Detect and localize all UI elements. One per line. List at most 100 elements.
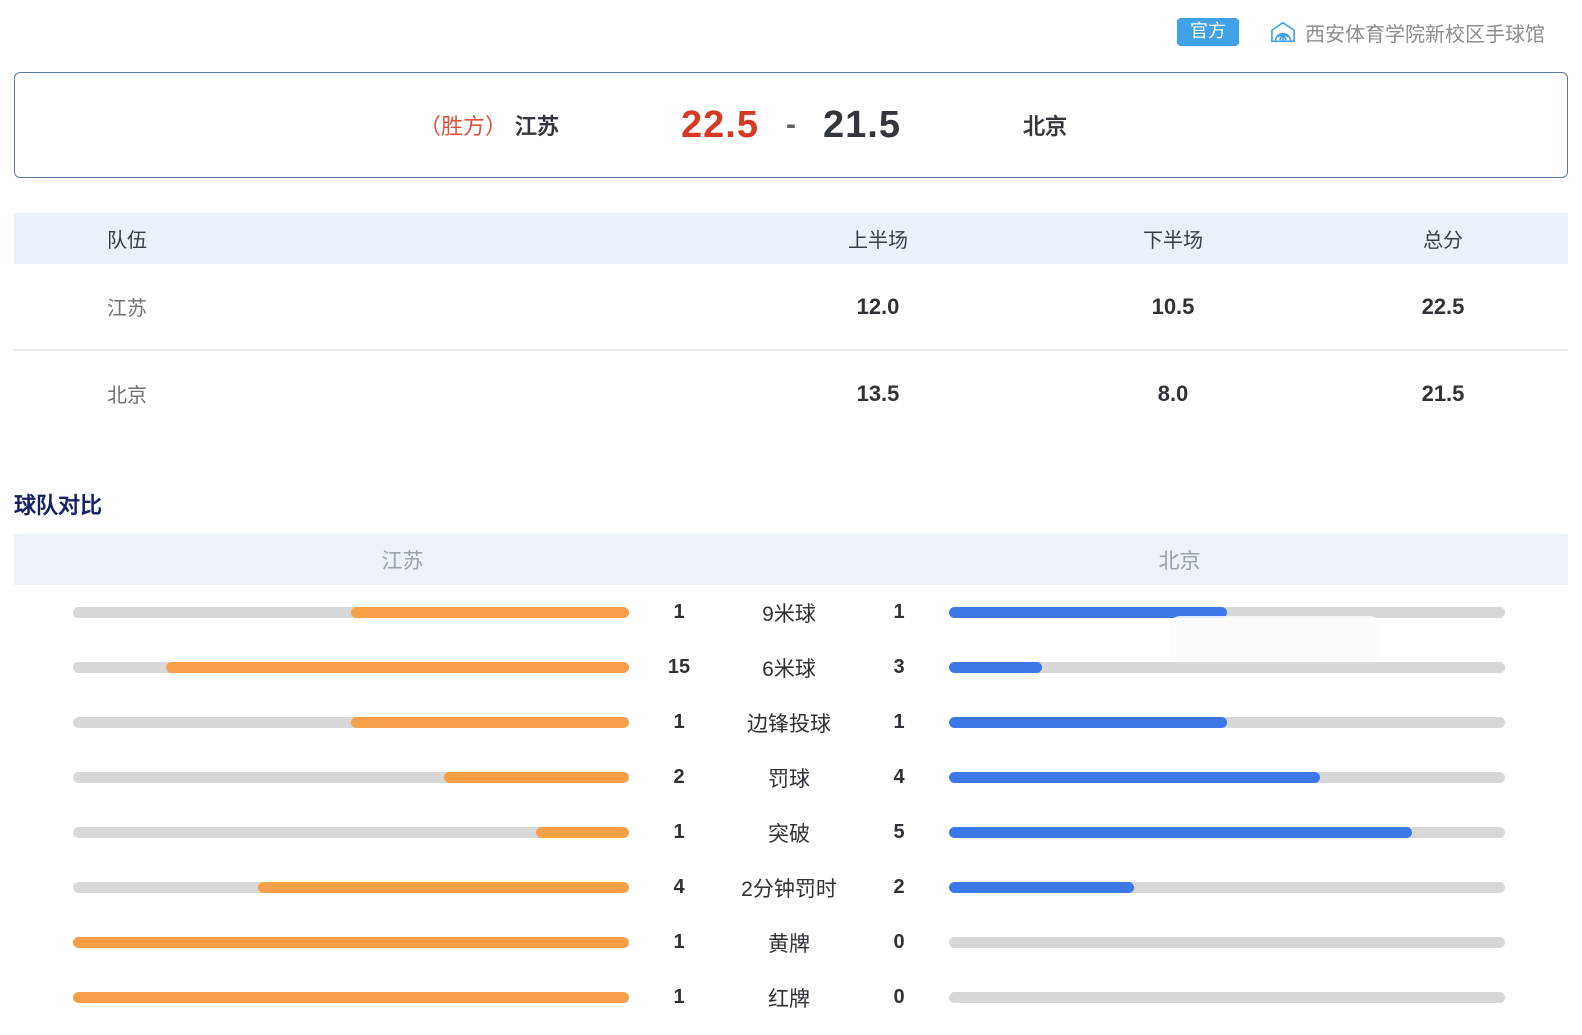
stat-row: 15 6米球 3 (73, 640, 1505, 695)
scoreboard: （胜方） 江苏 22.5 - 21.5 北京 (14, 72, 1568, 178)
home-score: 22.5 (681, 104, 759, 147)
home-stat-bar (73, 717, 629, 728)
stat-row: 1 边锋投球 1 (73, 695, 1505, 750)
away-stat-bar (949, 992, 1505, 1003)
stat-home-value: 1 (629, 986, 729, 1009)
comparison-rows: 1 9米球 1 15 6米球 3 1 边锋投球 1 2 罚球 4 (73, 585, 1505, 1025)
home-stat-bar (73, 827, 629, 838)
stat-label: 突破 (729, 818, 849, 848)
row-first-half: 13.5 (728, 381, 1028, 407)
home-stat-bar-fill (351, 607, 629, 618)
away-stat-bar-fill (949, 772, 1320, 783)
comparison-left-team: 江苏 (14, 545, 791, 575)
stat-label: 罚球 (729, 763, 849, 793)
table-header-row: 队伍 上半场 下半场 总分 (14, 213, 1568, 264)
home-stat-bar-fill (73, 937, 629, 948)
away-stat-bar (949, 827, 1505, 838)
comparison-panel: 江苏 北京 1 9米球 1 15 6米球 3 1 边锋投球 1 (0, 534, 1582, 1025)
home-stat-bar (73, 607, 629, 618)
away-stat-bar-fill (949, 607, 1227, 618)
row-second-half: 10.5 (1028, 294, 1318, 320)
away-stat-bar (949, 772, 1505, 783)
stat-home-value: 1 (629, 711, 729, 734)
stat-label: 红牌 (729, 983, 849, 1013)
away-stat-bar-fill (949, 662, 1042, 673)
comparison-title: 球队对比 (14, 488, 1582, 520)
away-stat-bar (949, 662, 1505, 673)
away-stat-bar (949, 882, 1505, 893)
half-score-table: 队伍 上半场 下半场 总分 江苏 12.0 10.5 22.5 北京 13.5 … (14, 213, 1568, 436)
stat-label: 9米球 (729, 598, 849, 628)
home-team-name: 江苏 (515, 109, 559, 141)
stat-home-value: 1 (629, 931, 729, 954)
stat-label: 黄牌 (729, 928, 849, 958)
away-score: 21.5 (823, 104, 901, 147)
header-team: 队伍 (14, 224, 728, 253)
stat-label: 2分钟罚时 (729, 873, 849, 903)
home-stat-bar (73, 772, 629, 783)
row-team-name: 北京 (14, 379, 728, 408)
comparison-header-band: 江苏 北京 (14, 534, 1568, 585)
stat-home-value: 15 (629, 656, 729, 679)
stat-home-value: 2 (629, 766, 729, 789)
header-first-half: 上半场 (728, 224, 1028, 253)
stat-away-value: 3 (849, 656, 949, 679)
away-stat-bar (949, 607, 1505, 618)
comparison-right-team: 北京 (791, 545, 1568, 575)
home-stat-bar-fill (73, 992, 629, 1003)
stat-label: 边锋投球 (729, 708, 849, 738)
score-line: 22.5 - 21.5 (681, 104, 901, 147)
topbar: 官方 西安体育学院新校区手球馆 (0, 0, 1582, 52)
venue-name: 西安体育学院新校区手球馆 (1305, 18, 1545, 47)
scoreboard-away-side: 北京 (901, 109, 1067, 141)
scoreboard-home-side: （胜方） 江苏 (419, 109, 681, 141)
row-total: 21.5 (1318, 381, 1568, 407)
header-second-half: 下半场 (1028, 224, 1318, 253)
home-stat-bar-fill (444, 772, 629, 783)
away-team-name: 北京 (1023, 114, 1067, 139)
stat-away-value: 5 (849, 821, 949, 844)
away-stat-bar (949, 717, 1505, 728)
row-first-half: 12.0 (728, 294, 1028, 320)
home-stat-bar-fill (536, 827, 629, 838)
score-separator: - (786, 108, 796, 142)
home-stat-bar (73, 937, 629, 948)
match-result-page: 官方 西安体育学院新校区手球馆 （胜方） 江苏 22.5 - 21.5 北京 (0, 0, 1582, 1025)
stat-row: 4 2分钟罚时 2 (73, 860, 1505, 915)
away-stat-bar (949, 937, 1505, 948)
home-stat-bar-fill (166, 662, 629, 673)
stat-away-value: 0 (849, 931, 949, 954)
home-stat-bar-fill (351, 717, 629, 728)
stat-away-value: 0 (849, 986, 949, 1009)
stat-row: 1 突破 5 (73, 805, 1505, 860)
home-stat-bar (73, 662, 629, 673)
stat-row: 1 9米球 1 (73, 585, 1505, 640)
stat-away-value: 4 (849, 766, 949, 789)
away-stat-bar-fill (949, 717, 1227, 728)
away-stat-bar-fill (949, 882, 1134, 893)
away-stat-bar-fill (949, 827, 1412, 838)
stat-row: 1 红牌 0 (73, 970, 1505, 1025)
stat-row: 1 黄牌 0 (73, 915, 1505, 970)
home-stat-bar-fill (258, 882, 629, 893)
stat-row: 2 罚球 4 (73, 750, 1505, 805)
table-row: 北京 13.5 8.0 21.5 (14, 351, 1568, 436)
venue-link[interactable]: 西安体育学院新校区手球馆 (1269, 18, 1545, 47)
stat-label: 6米球 (729, 653, 849, 683)
stat-home-value: 1 (629, 821, 729, 844)
table-row: 江苏 12.0 10.5 22.5 (14, 264, 1568, 349)
stat-away-value: 1 (849, 601, 949, 624)
header-total: 总分 (1318, 224, 1568, 253)
stadium-icon (1269, 19, 1297, 45)
official-badge[interactable]: 官方 (1177, 18, 1239, 46)
row-team-name: 江苏 (14, 292, 728, 321)
stat-away-value: 1 (849, 711, 949, 734)
stat-home-value: 4 (629, 876, 729, 899)
stat-home-value: 1 (629, 601, 729, 624)
home-stat-bar (73, 882, 629, 893)
row-second-half: 8.0 (1028, 381, 1318, 407)
stat-away-value: 2 (849, 876, 949, 899)
winner-label: （胜方） (419, 109, 507, 141)
home-stat-bar (73, 992, 629, 1003)
row-total: 22.5 (1318, 294, 1568, 320)
